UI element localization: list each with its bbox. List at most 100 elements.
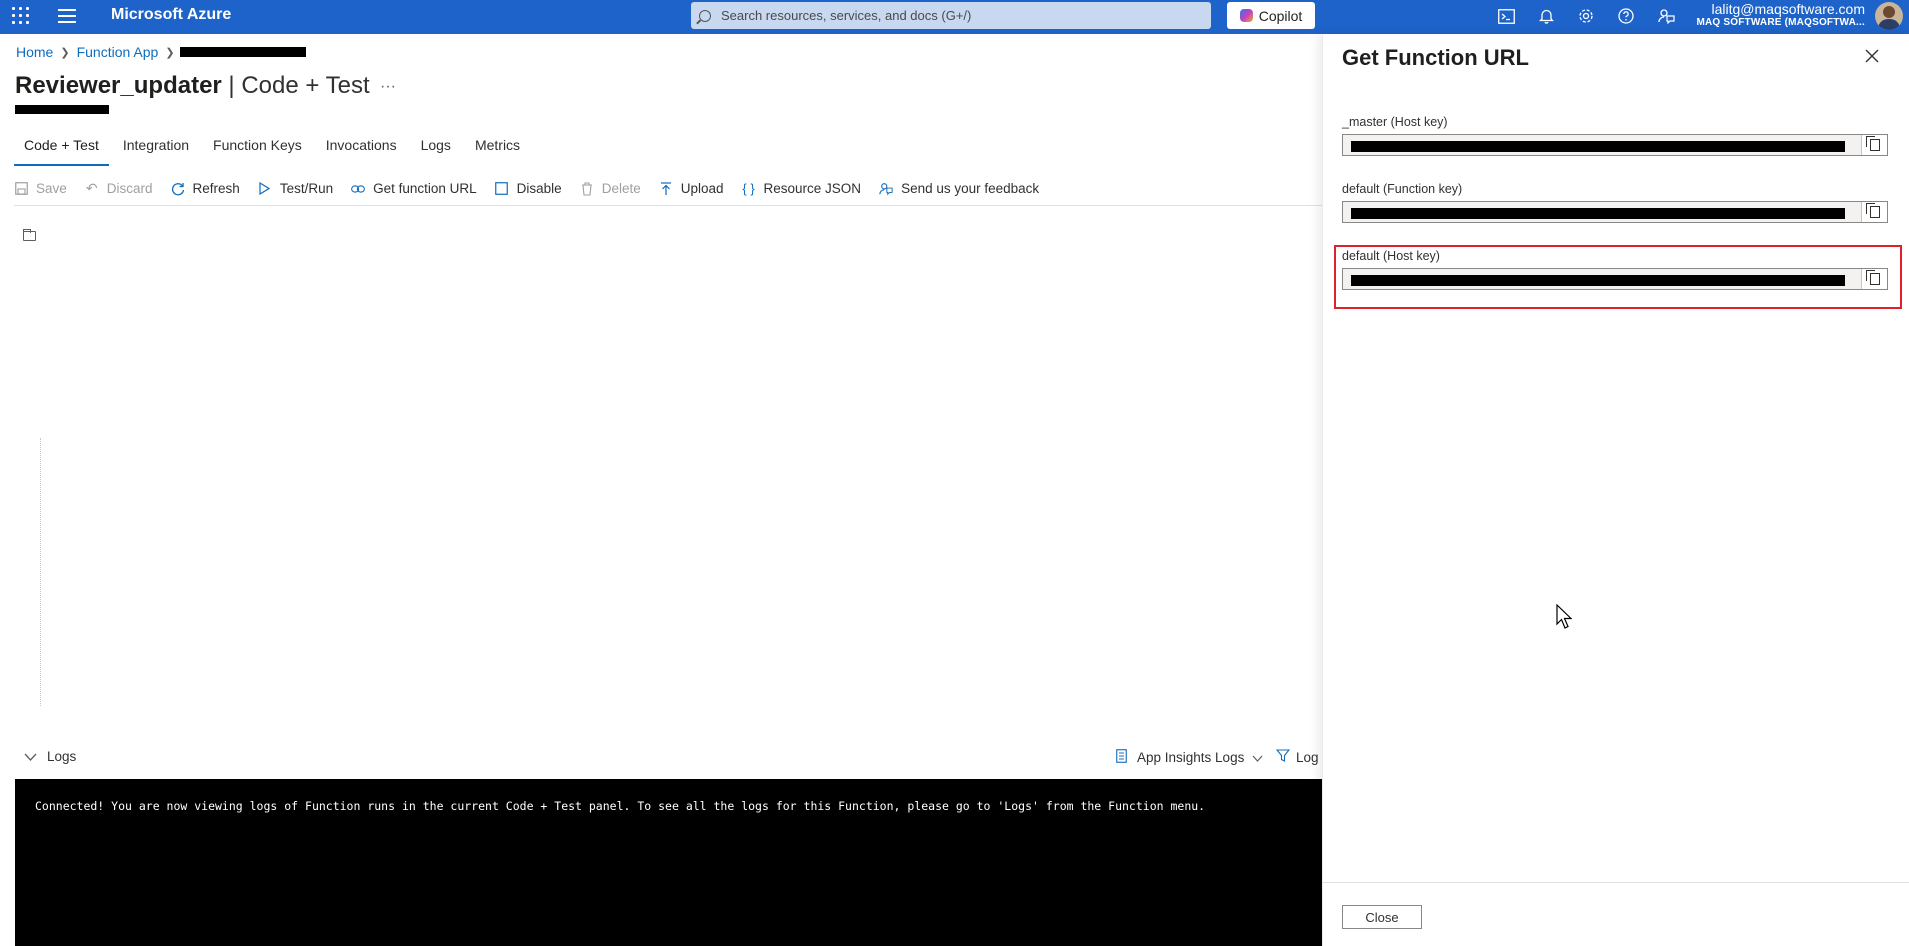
upload-icon [659, 181, 673, 196]
tab-logs[interactable]: Logs [411, 136, 461, 166]
log-filter-label: Log [1296, 749, 1319, 765]
brand-title[interactable]: Microsoft Azure [111, 6, 231, 24]
upload-button[interactable]: Upload [659, 181, 724, 196]
get-function-url-panel: Get Function URL _master (Host key) defa… [1322, 34, 1909, 946]
refresh-label: Refresh [192, 181, 240, 196]
test-run-label: Test/Run [279, 181, 334, 196]
breadcrumb: Home ❯ Function App ❯ [16, 44, 306, 60]
cloud-shell-icon[interactable] [1495, 5, 1517, 27]
log-filter-button[interactable]: Log [1275, 749, 1319, 765]
page-title: Reviewer_updater | Code + Test [15, 72, 370, 100]
close-icon[interactable] [1865, 46, 1879, 69]
redacted-url [1351, 275, 1845, 286]
chevron-right-icon: ❯ [60, 46, 70, 59]
redacted-url [1351, 141, 1845, 152]
breadcrumb-function-app[interactable]: Function App [77, 44, 159, 60]
save-icon [14, 182, 28, 196]
play-icon [258, 182, 272, 196]
panel-footer: Close [1323, 882, 1909, 946]
refresh-icon [171, 182, 185, 196]
account-email: lalitg@maqsoftware.com [1711, 1, 1866, 17]
log-console: Connected! You are now viewing logs of F… [15, 779, 1322, 946]
account-tenant: MAQ SOFTWARE (MAQSOFTWA... [1696, 17, 1865, 28]
logs-label: Logs [47, 749, 77, 764]
tab-function-keys[interactable]: Function Keys [203, 136, 312, 166]
more-options-icon[interactable]: ··· [380, 78, 396, 96]
tab-invocations[interactable]: Invocations [316, 136, 407, 166]
master-host-key-url-input[interactable] [1342, 134, 1888, 156]
account-info[interactable]: lalitg@maqsoftware.com MAQ SOFTWARE (MAQ… [1696, 1, 1865, 28]
field-label: default (Function key) [1342, 182, 1463, 196]
disable-label: Disable [516, 181, 562, 196]
copy-icon[interactable] [1861, 269, 1887, 289]
trash-icon [580, 181, 594, 196]
editor-indent-guide [40, 438, 41, 706]
breadcrumb-home[interactable]: Home [16, 44, 53, 60]
app-insights-logs-dropdown[interactable]: App Insights Logs [1116, 749, 1263, 766]
master-host-key-field: _master (Host key) [1342, 115, 1888, 156]
logs-toggle[interactable]: Logs [24, 749, 76, 764]
delete-button[interactable]: Delete [580, 181, 641, 196]
feedback-label: Send us your feedback [901, 181, 1040, 196]
top-bar: Microsoft Azure Search resources, servic… [0, 0, 1909, 34]
settings-gear-icon[interactable] [1575, 5, 1597, 27]
braces-icon: { } [742, 181, 755, 196]
page-title-function: Reviewer_updater [15, 72, 222, 99]
copy-icon[interactable] [1861, 135, 1887, 155]
discard-button[interactable]: ↶ Discard [85, 180, 153, 196]
feedback-icon[interactable] [1655, 5, 1677, 27]
page-title-section: | Code + Test [221, 72, 370, 99]
chevron-down-icon [24, 749, 37, 764]
get-function-url-button[interactable]: Get function URL [351, 181, 477, 196]
test-run-button[interactable]: Test/Run [258, 181, 333, 196]
hamburger-menu-icon[interactable] [58, 9, 76, 23]
chevron-right-icon: ❯ [165, 46, 175, 59]
close-button[interactable]: Close [1342, 905, 1422, 929]
document-icon [1116, 749, 1127, 766]
feedback-person-icon [879, 182, 893, 196]
copilot-icon [1239, 9, 1253, 22]
command-bar: Save ↶ Discard Refresh Test/Run Get funct… [14, 176, 1322, 206]
console-message: Connected! You are now viewing logs of F… [35, 799, 1206, 813]
redacted-subtitle [15, 105, 109, 114]
search-input[interactable]: Search resources, services, and docs (G+… [691, 2, 1211, 29]
link-icon [351, 182, 365, 196]
app-insights-logs-label: App Insights Logs [1137, 750, 1245, 765]
save-button[interactable]: Save [14, 181, 67, 196]
notifications-icon[interactable] [1535, 5, 1557, 27]
tab-metrics[interactable]: Metrics [465, 136, 530, 166]
logs-bar: Logs App Insights Logs Log [14, 742, 1322, 772]
search-placeholder: Search resources, services, and docs (G+… [721, 8, 972, 23]
resource-json-label: Resource JSON [763, 181, 862, 196]
discard-icon: ↶ [85, 180, 98, 196]
default-host-key-url-input[interactable] [1342, 268, 1888, 290]
field-label: default (Host key) [1342, 249, 1440, 263]
copy-icon[interactable] [1861, 202, 1887, 222]
refresh-button[interactable]: Refresh [171, 181, 240, 196]
default-host-key-field: default (Host key) [1342, 249, 1888, 290]
default-function-key-url-input[interactable] [1342, 201, 1888, 223]
tab-code-test[interactable]: Code + Test [14, 136, 109, 166]
search-icon [699, 9, 711, 22]
redacted-app-name [179, 47, 306, 57]
disable-button[interactable]: Disable [495, 181, 562, 196]
redacted-url [1351, 208, 1845, 219]
folder-icon[interactable] [23, 229, 36, 241]
save-label: Save [36, 181, 67, 196]
delete-label: Delete [601, 181, 641, 196]
feedback-button[interactable]: Send us your feedback [879, 181, 1039, 196]
help-icon[interactable] [1615, 5, 1637, 27]
portal-menu-icon[interactable] [12, 7, 30, 25]
tab-integration[interactable]: Integration [113, 136, 199, 166]
field-label: _master (Host key) [1342, 115, 1448, 129]
chevron-down-icon [1252, 750, 1263, 765]
panel-title: Get Function URL [1342, 45, 1529, 70]
avatar[interactable] [1875, 2, 1903, 30]
copilot-label: Copilot [1258, 7, 1303, 24]
tab-strip: Code + Test Integration Function Keys In… [14, 136, 534, 166]
checkbox-icon [495, 182, 509, 196]
resource-json-button[interactable]: { } Resource JSON [742, 181, 862, 196]
default-function-key-field: default (Function key) [1342, 182, 1888, 223]
get-function-url-label: Get function URL [373, 181, 477, 196]
copilot-button[interactable]: Copilot [1227, 2, 1315, 29]
